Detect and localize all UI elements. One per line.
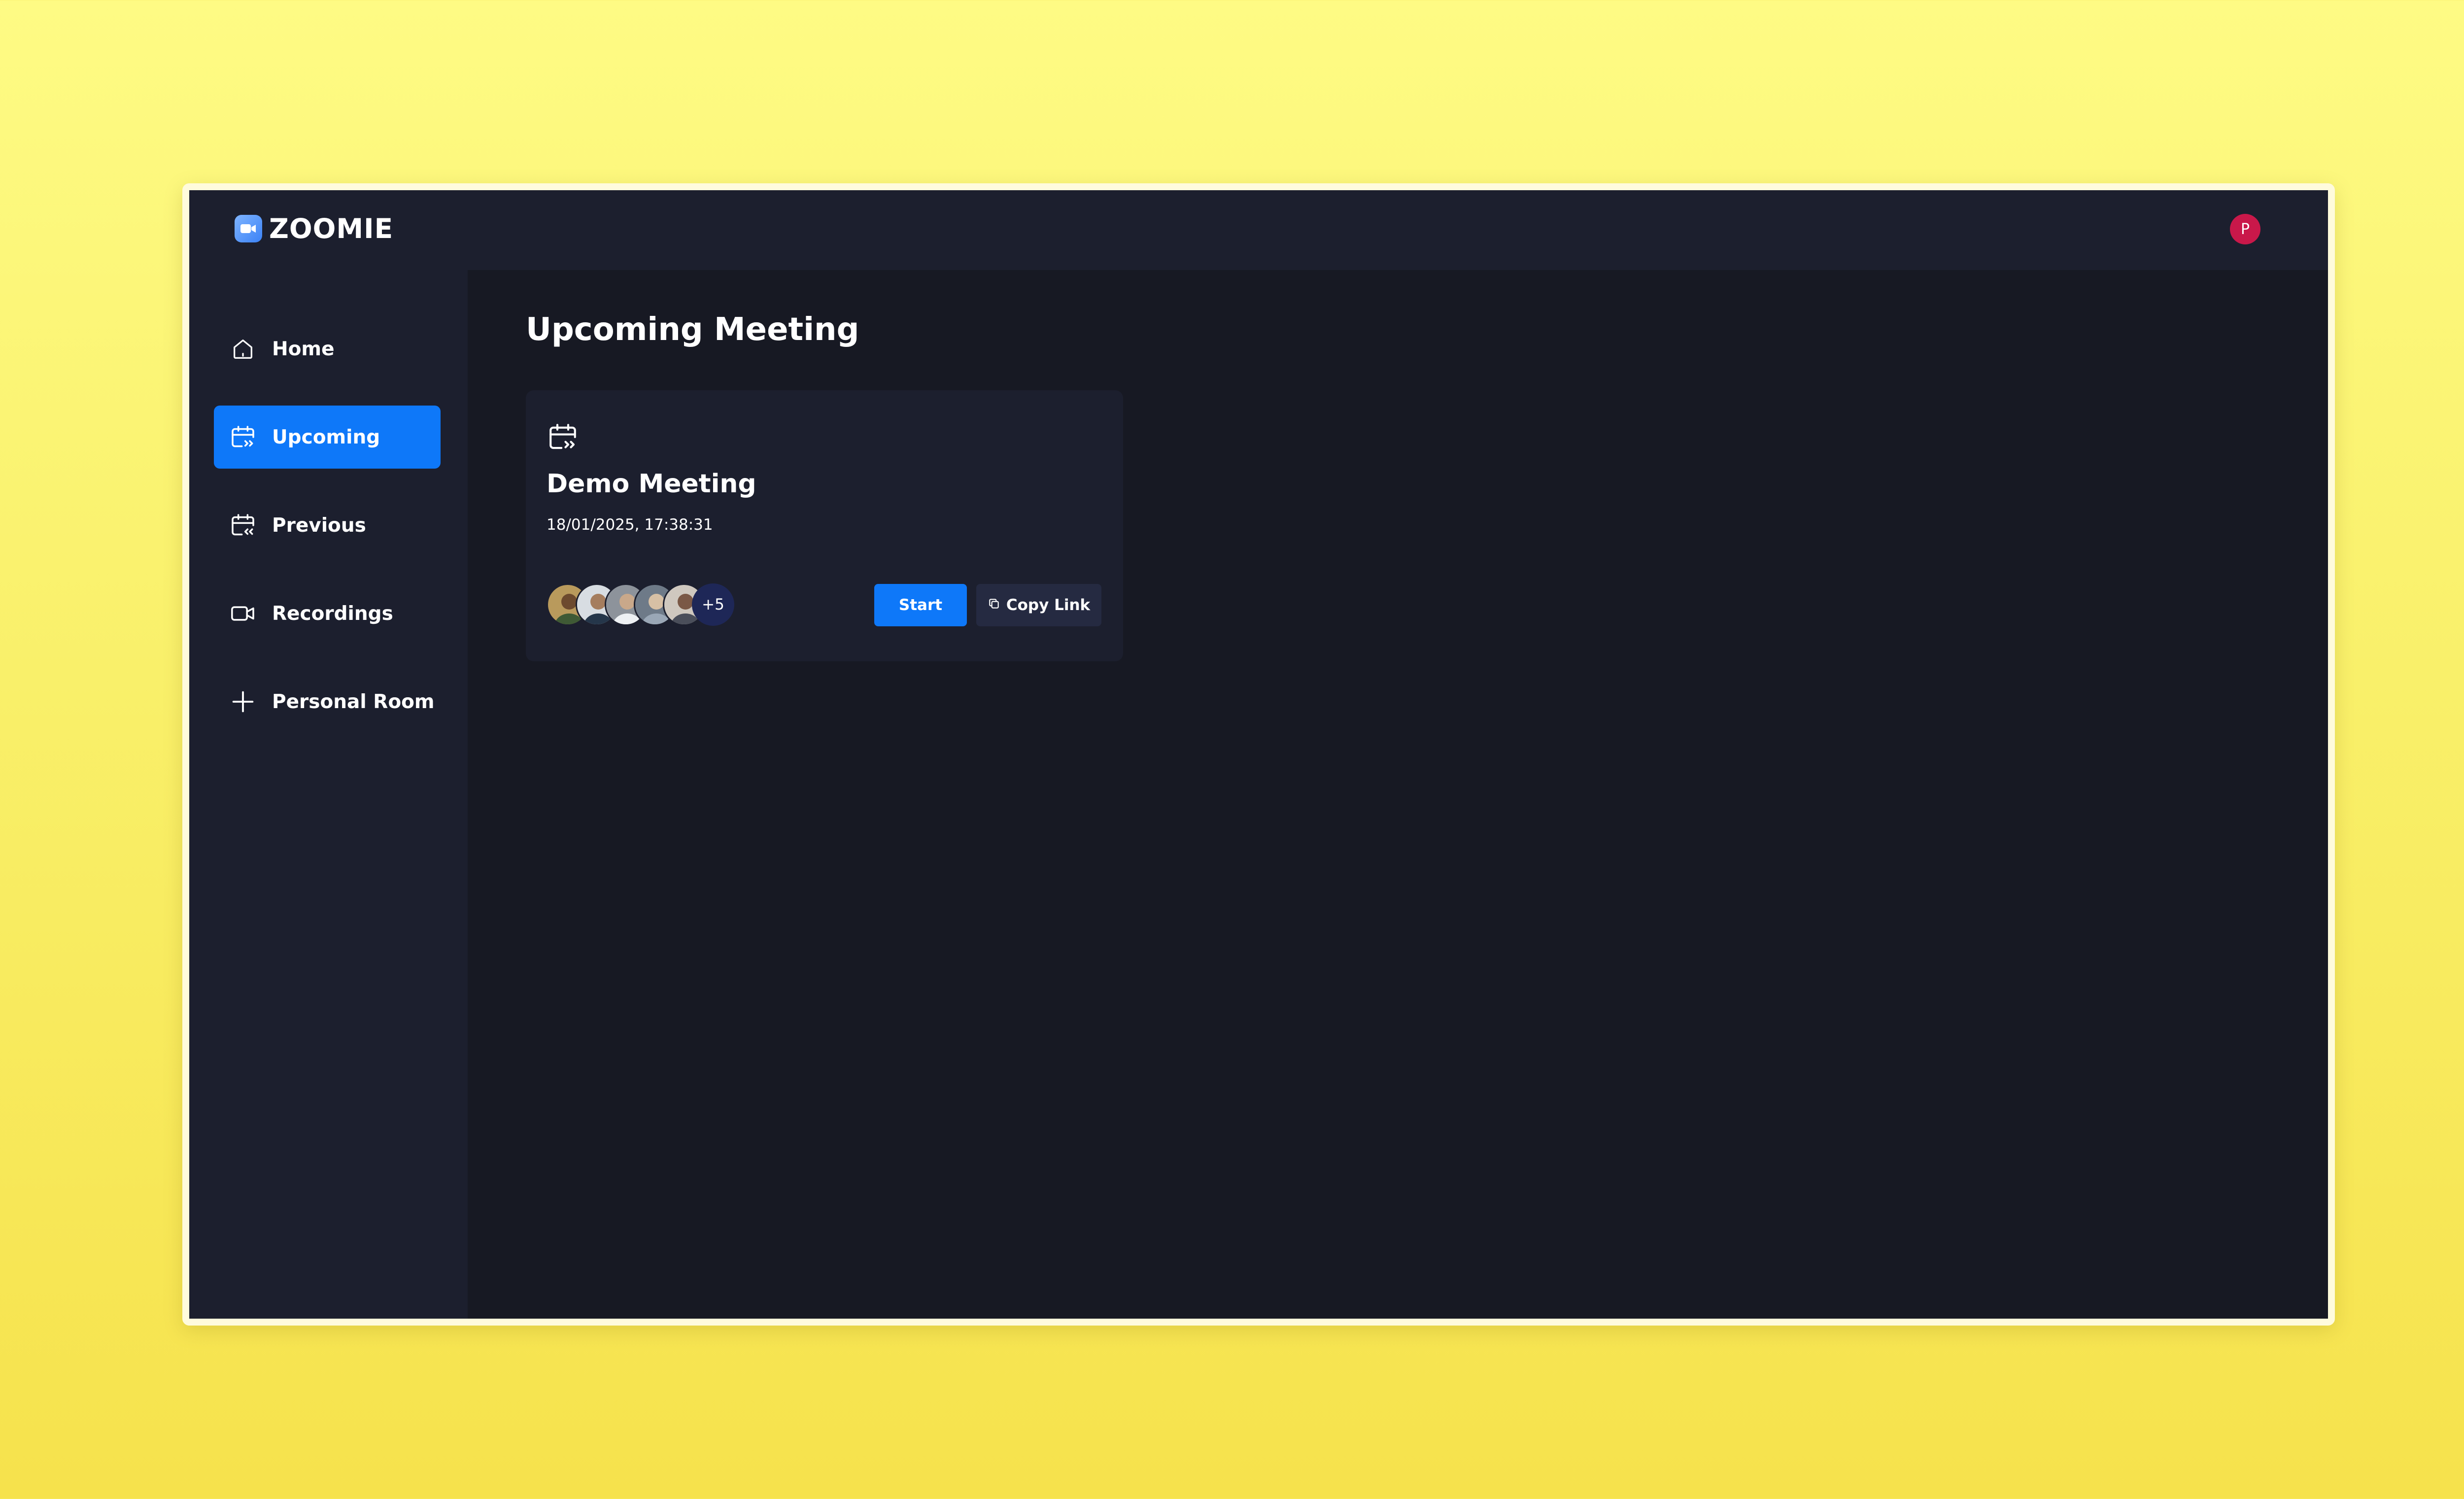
page-title: Upcoming Meeting	[526, 311, 859, 348]
calendar-previous-icon	[228, 510, 258, 541]
plus-icon	[228, 686, 258, 717]
sidebar-item-label: Personal Room	[272, 690, 435, 713]
sidebar: Home Upcoming Previous Recordings Person…	[189, 270, 468, 1319]
sidebar-item-label: Recordings	[272, 602, 393, 625]
copy-icon	[988, 596, 1000, 614]
sidebar-item-upcoming[interactable]: Upcoming	[214, 406, 441, 469]
main-content: Upcoming Meeting Demo Meeting 18/01/2025…	[468, 270, 2328, 1319]
sidebar-item-label: Previous	[272, 514, 366, 537]
meeting-datetime: 18/01/2025, 17:38:31	[547, 516, 713, 534]
sidebar-item-previous[interactable]: Previous	[214, 494, 441, 557]
start-meeting-button[interactable]: Start	[874, 584, 967, 626]
sidebar-item-label: Home	[272, 338, 335, 360]
video-logo-icon	[235, 215, 262, 242]
copy-link-label: Copy Link	[1006, 596, 1091, 614]
calendar-upcoming-icon	[228, 422, 258, 452]
sidebar-item-label: Upcoming	[272, 426, 380, 448]
logo[interactable]: ZOOMIE	[235, 215, 393, 242]
top-navbar: ZOOMIE P	[189, 190, 2328, 270]
app-window: ZOOMIE P Home Upcoming Previous Recordin…	[182, 183, 2335, 1326]
sidebar-item-recordings[interactable]: Recordings	[214, 582, 441, 645]
sidebar-item-personal-room[interactable]: Personal Room	[214, 670, 441, 733]
meeting-card: Demo Meeting 18/01/2025, 17:38:31 +5 Sta…	[526, 390, 1123, 661]
home-icon	[228, 334, 258, 364]
attendee-avatars: +5	[547, 583, 744, 626]
video-icon	[228, 598, 258, 629]
attendees-more-count: +5	[692, 583, 734, 626]
user-avatar[interactable]: P	[2230, 214, 2260, 244]
app-name: ZOOMIE	[269, 212, 394, 244]
meeting-title: Demo Meeting	[547, 469, 756, 499]
calendar-upcoming-icon	[547, 421, 579, 453]
copy-link-button[interactable]: Copy Link	[976, 584, 1101, 626]
sidebar-item-home[interactable]: Home	[214, 317, 441, 380]
